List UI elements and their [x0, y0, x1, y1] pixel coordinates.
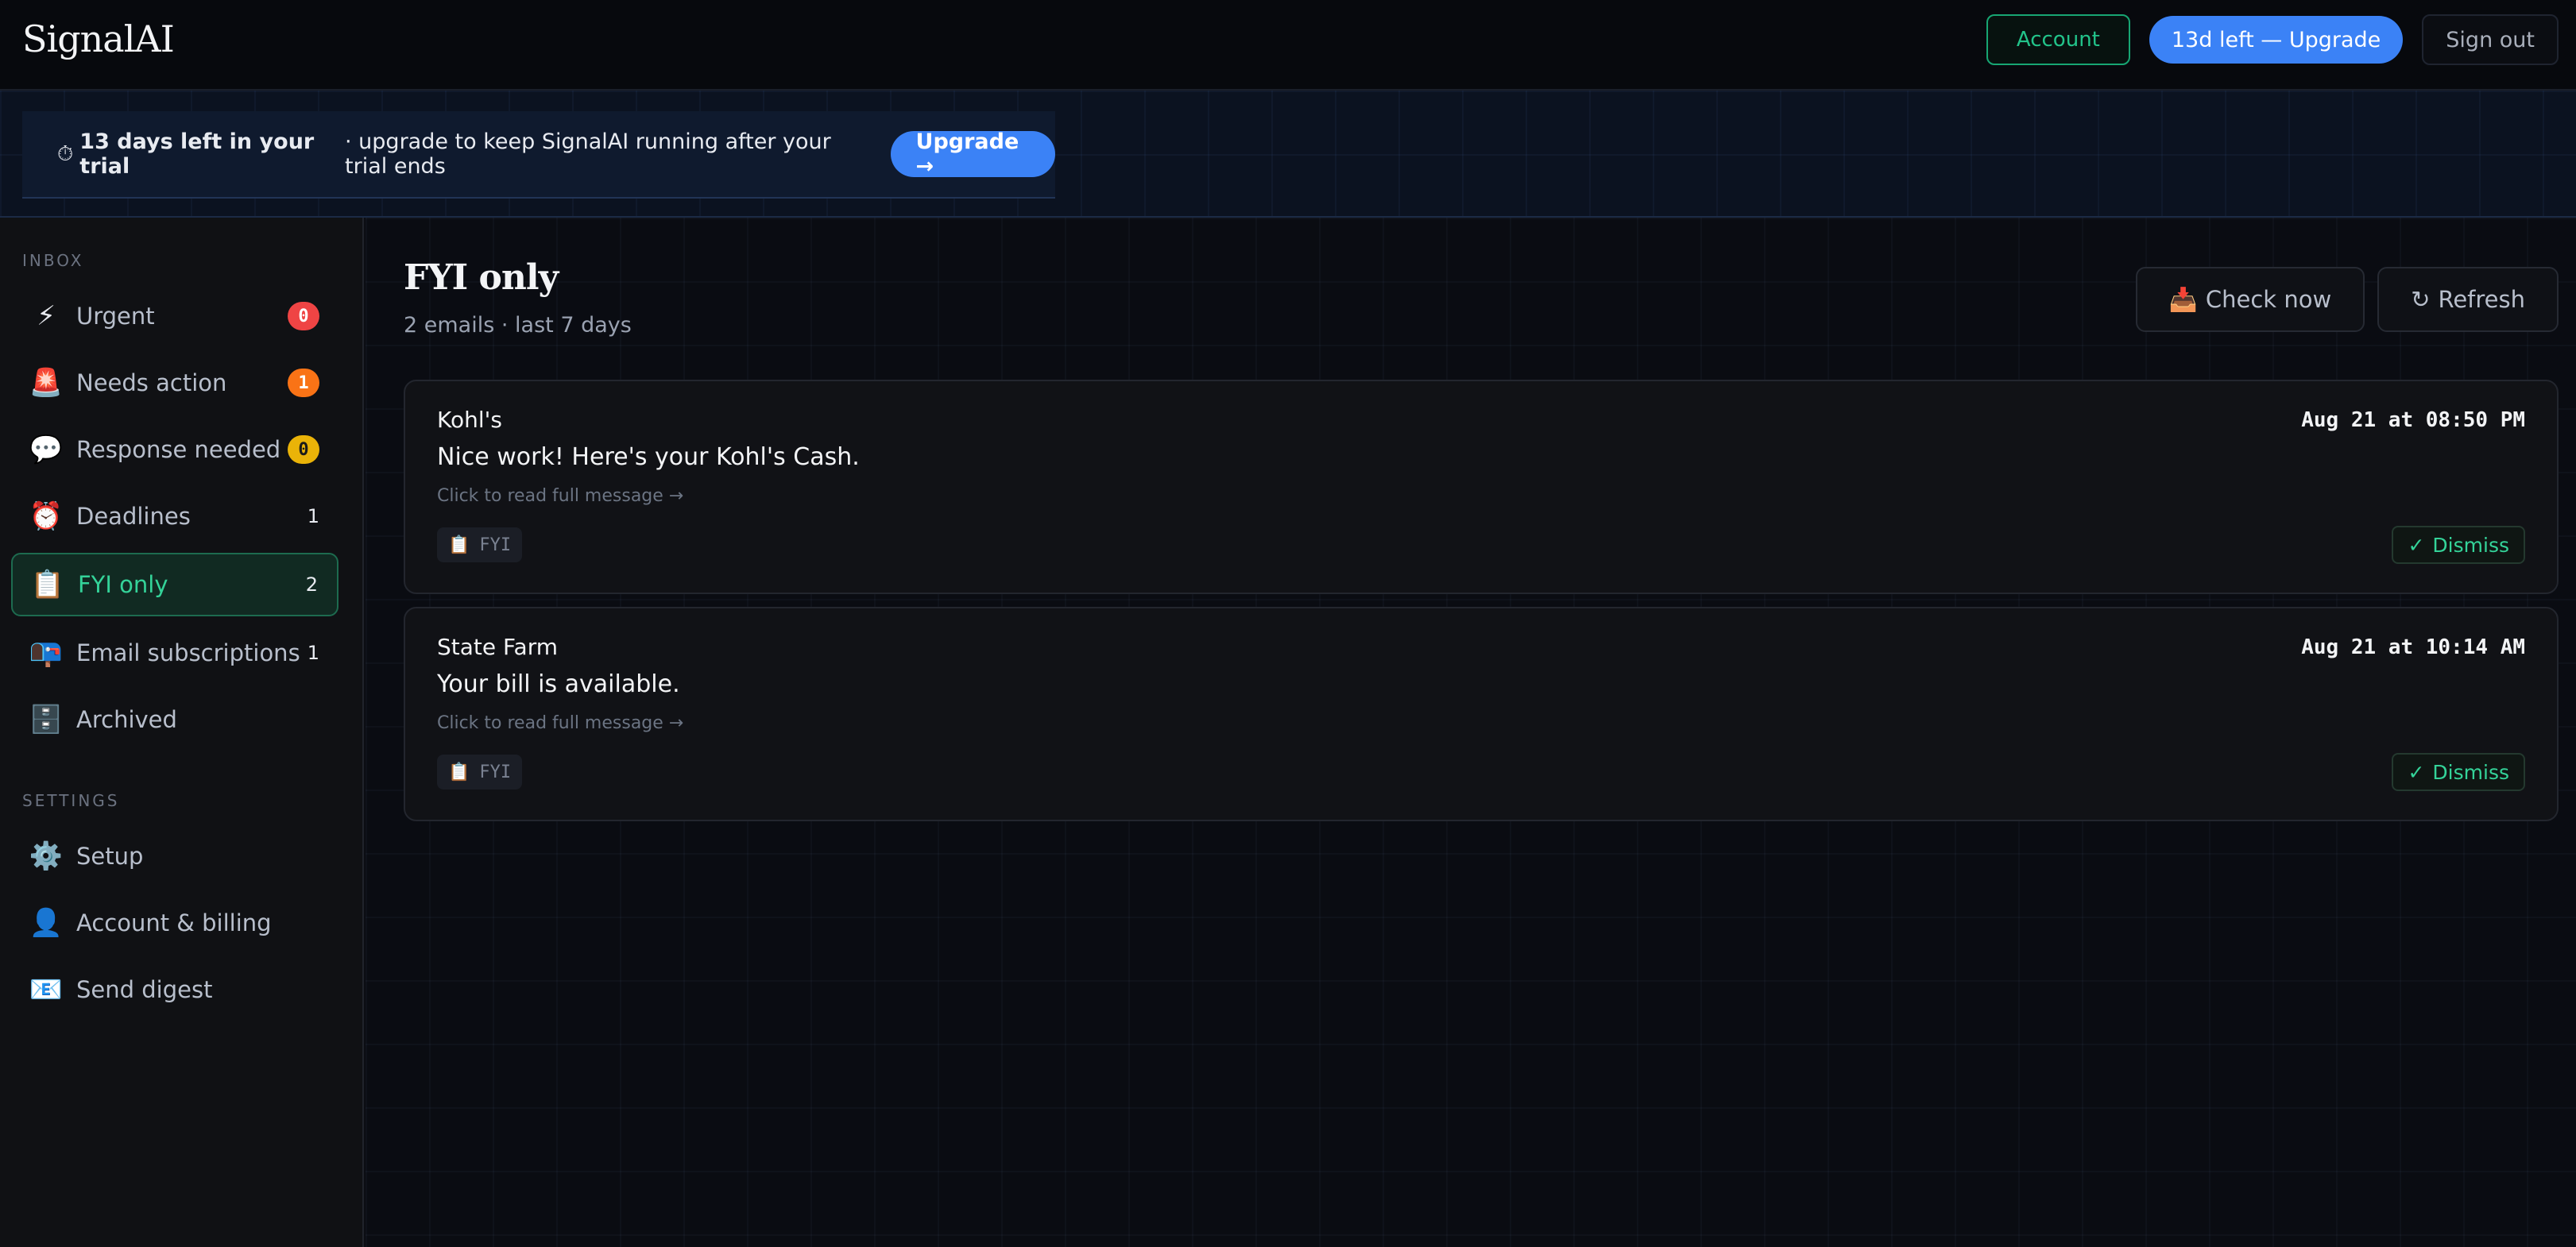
main-content: FYI only 2 emails · last 7 days 📥 Check … [366, 218, 2576, 1247]
alarm-clock-icon: ⏰ [29, 500, 64, 532]
tag-label: FYI [479, 762, 512, 782]
account-button[interactable]: Account [1986, 14, 2130, 65]
sidebar-item-label: Setup [76, 843, 144, 870]
page-subtitle: 2 emails · last 7 days [404, 313, 632, 338]
inbox-tray-icon: 📥 [2168, 285, 2198, 313]
clipboard-icon: 📋 [448, 762, 470, 782]
response-needed-count-badge: 0 [288, 435, 319, 464]
email-subject: Nice work! Here's your Kohl's Cash. [437, 443, 860, 471]
read-more-link[interactable]: Click to read full message → [437, 713, 683, 733]
sidebar-item-send-digest[interactable]: 📧 Send digest [11, 958, 338, 1021]
read-more-link[interactable]: Click to read full message → [437, 486, 683, 506]
fyi-tag: 📋 FYI [437, 527, 523, 562]
email-card[interactable]: State Farm Your bill is available. Click… [404, 607, 2559, 821]
sidebar-item-label: Needs action [76, 369, 227, 396]
top-actions: Account 13d left — Upgrade Sign out [1986, 14, 2559, 65]
sidebar-item-label: FYI only [78, 571, 168, 598]
email-sender: Kohl's [437, 407, 502, 433]
clipboard-icon: 📋 [448, 535, 470, 555]
inbox-section-label: INBOX [22, 251, 84, 270]
trial-banner: ⏱ 13 days left in your trial · upgrade t… [22, 111, 1055, 199]
checkmark-icon: ✓ [2408, 533, 2425, 557]
checkmark-icon: ✓ [2408, 760, 2425, 784]
email-date: Aug 21 at 10:14 AM [2301, 635, 2525, 659]
trial-banner-text: · upgrade to keep SignalAI running after… [345, 129, 831, 179]
sidebar-item-account-billing[interactable]: 👤 Account & billing [11, 891, 338, 955]
email-date: Aug 21 at 08:50 PM [2301, 408, 2525, 432]
sidebar-item-label: Archived [76, 706, 177, 733]
lightning-icon: ⚡ [37, 300, 56, 332]
top-bar: SignalAI Account 13d left — Upgrade Sign… [0, 0, 2576, 91]
speech-bubble-icon: 💬 [29, 434, 64, 465]
sidebar-item-setup[interactable]: ⚙️ Setup [11, 824, 338, 888]
sidebar: INBOX ⚡ Urgent 0 🚨 Needs action 1 💬 Resp… [0, 218, 364, 1247]
fyi-tag: 📋 FYI [437, 755, 523, 790]
dismiss-label: Dismiss [2432, 533, 2509, 557]
tag-label: FYI [479, 535, 512, 555]
fyi-count: 2 [305, 573, 318, 596]
email-card[interactable]: Kohl's Nice work! Here's your Kohl's Cas… [404, 380, 2559, 594]
timer-icon: ⏱ [57, 141, 74, 166]
user-icon: 👤 [29, 907, 64, 939]
trial-days-text: 13 days left in your trial [79, 129, 315, 179]
main-actions: 📥 Check now ↻ Refresh [2135, 267, 2559, 332]
dismiss-button[interactable]: ✓ Dismiss [2392, 753, 2525, 791]
refresh-button[interactable]: ↻ Refresh [2377, 267, 2559, 332]
refresh-label: Refresh [2438, 286, 2525, 313]
refresh-icon: ↻ [2411, 286, 2431, 313]
sidebar-item-fyi-only[interactable]: 📋 FYI only 2 [11, 553, 338, 616]
email-subject: Your bill is available. [437, 670, 680, 698]
clipboard-icon: 📋 [30, 569, 65, 600]
sidebar-item-label: Email subscriptions [76, 639, 300, 666]
app-logo[interactable]: SignalAI [22, 17, 175, 60]
deadlines-count: 1 [307, 505, 319, 527]
settings-section-label: SETTINGS [22, 791, 120, 810]
dismiss-button[interactable]: ✓ Dismiss [2392, 526, 2525, 564]
trial-upgrade-button[interactable]: 13d left — Upgrade [2149, 16, 2404, 64]
check-now-button[interactable]: 📥 Check now [2135, 267, 2365, 332]
sidebar-item-archived[interactable]: 🗄️ Archived [11, 688, 338, 751]
gear-icon: ⚙️ [29, 840, 64, 872]
check-now-label: Check now [2205, 286, 2332, 313]
sidebar-item-label: Send digest [76, 976, 213, 1003]
sidebar-item-label: Urgent [76, 303, 155, 330]
banner-strip: ⏱ 13 days left in your trial · upgrade t… [0, 91, 2576, 218]
sidebar-item-email-subscriptions[interactable]: 📭 Email subscriptions 1 [11, 621, 338, 685]
sidebar-item-label: Account & billing [76, 909, 272, 936]
sign-out-button[interactable]: Sign out [2422, 14, 2559, 65]
file-cabinet-icon: 🗄️ [29, 704, 64, 735]
sidebar-item-label: Deadlines [76, 503, 191, 530]
banner-upgrade-button[interactable]: Upgrade → [890, 129, 1055, 179]
siren-icon: 🚨 [29, 367, 64, 399]
urgent-count-badge: 0 [288, 302, 319, 330]
dismiss-label: Dismiss [2432, 760, 2509, 784]
envelope-icon: 📧 [29, 974, 64, 1006]
sidebar-item-needs-action[interactable]: 🚨 Needs action 1 [11, 351, 338, 415]
sidebar-item-response-needed[interactable]: 💬 Response needed 0 [11, 418, 338, 481]
sidebar-item-urgent[interactable]: ⚡ Urgent 0 [11, 284, 338, 348]
sidebar-item-deadlines[interactable]: ⏰ Deadlines 1 [11, 485, 338, 548]
sidebar-item-label: Response needed [76, 436, 281, 463]
subscriptions-count: 1 [307, 642, 319, 664]
email-sender: State Farm [437, 634, 559, 660]
mailbox-icon: 📭 [29, 637, 64, 669]
page-title: FYI only [404, 257, 559, 298]
needs-action-count-badge: 1 [288, 369, 319, 397]
